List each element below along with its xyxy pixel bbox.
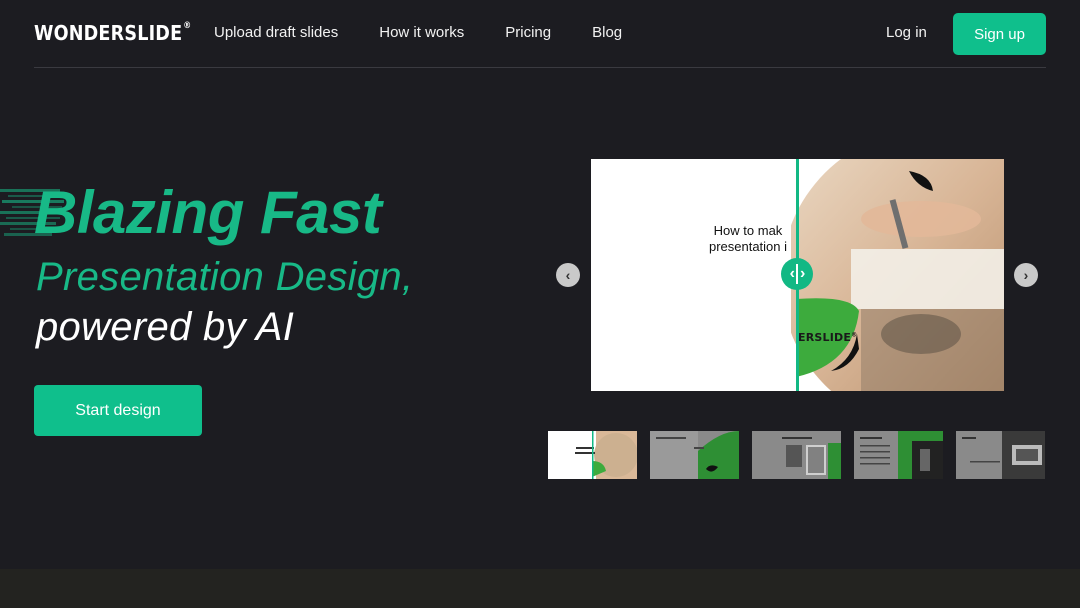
main-nav: Upload draft slides How it works Pricing… — [214, 24, 663, 41]
slide-brand-mark: ® — [851, 331, 858, 339]
next-section-band — [0, 569, 1080, 608]
handle-bar — [796, 264, 798, 284]
slide-thumbnail-1[interactable] — [548, 431, 637, 479]
nav-upload-draft-slides[interactable]: Upload draft slides — [214, 24, 338, 41]
slide-comparison-viewer[interactable]: How to mak presentation i ERSLIDE® ‹ › — [591, 159, 1004, 391]
top-navigation: WONDERSLIDE® Upload draft slides How it … — [34, 0, 1046, 68]
carousel-prev-button[interactable]: ‹ — [556, 263, 580, 287]
brand-registered-mark: ® — [183, 21, 192, 32]
slide-thumbnail-5[interactable] — [956, 431, 1045, 479]
slide-title-text: How to mak presentation i — [700, 223, 796, 255]
slide-title-line-2: presentation i — [708, 239, 788, 254]
login-link[interactable]: Log in — [886, 24, 927, 41]
slide-thumbnail-strip — [548, 431, 1046, 479]
slide-thumbnail-2[interactable] — [650, 431, 739, 479]
slide-thumbnail-4[interactable] — [854, 431, 943, 479]
nav-how-it-works[interactable]: How it works — [379, 24, 464, 41]
carousel-next-button[interactable]: › — [1014, 263, 1038, 287]
slide-brand-text: ERSLIDE — [798, 331, 852, 344]
brand-name: WONDERSLIDE — [34, 21, 183, 45]
nav-pricing[interactable]: Pricing — [505, 24, 551, 41]
brand-logo[interactable]: WONDERSLIDE® — [34, 21, 191, 45]
slide-brand-label: ERSLIDE® — [798, 331, 857, 344]
chevron-left-icon: ‹ — [565, 267, 571, 283]
start-design-button[interactable]: Start design — [34, 385, 202, 436]
chevron-right-icon: › — [1023, 267, 1029, 283]
hero-headline: Blazing Fast — [34, 179, 382, 246]
slide-thumbnail-3[interactable] — [752, 431, 841, 479]
signup-button[interactable]: Sign up — [953, 13, 1046, 55]
comparison-drag-handle[interactable]: ‹ › — [781, 258, 813, 290]
nav-blog[interactable]: Blog — [592, 24, 622, 41]
hero-tagline: powered by AI — [36, 305, 295, 349]
chevron-left-icon: ‹ — [789, 265, 795, 282]
slide-title-line-1: How to mak — [713, 223, 783, 238]
hero-subheadline: Presentation Design, — [36, 255, 414, 299]
chevron-right-icon: › — [800, 265, 805, 282]
